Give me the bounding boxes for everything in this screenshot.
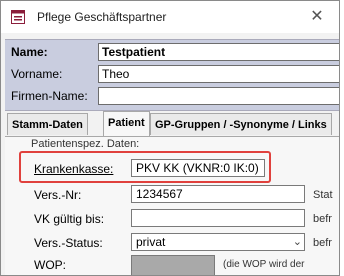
wop-note: (die WOP wird der [223, 259, 305, 270]
tab-stamm-daten[interactable]: Stamm-Daten [7, 113, 88, 135]
versnr-label: Vers.-Nr: [34, 188, 82, 202]
dialog-window: Pflege Geschäftspartner ✕ Name: Testpati… [0, 0, 340, 276]
vorname-field[interactable]: Theo [98, 65, 339, 83]
wop-field[interactable] [131, 255, 215, 275]
firmenname-label: Firmen-Name: [11, 89, 88, 103]
name-label: Name: [11, 45, 48, 59]
tab-strip: Stamm-Daten Patient GP-Gruppen / -Synony… [5, 111, 339, 137]
firmenname-field[interactable] [98, 87, 339, 105]
highlight-box [19, 151, 271, 183]
wop-label: WOP: [34, 258, 66, 272]
versstatus-select[interactable]: privat ⌄ [131, 233, 305, 251]
versnr-side-label: Stat [313, 189, 333, 201]
partner-header: Name: Testpatient Vorname: Theo Firmen-N… [5, 39, 339, 111]
vk-side-label: befr [313, 213, 332, 225]
tab-patient[interactable]: Patient [103, 111, 150, 137]
versnr-field[interactable]: 1234567 [131, 185, 305, 203]
chevron-down-icon[interactable]: ⌄ [293, 235, 302, 248]
versstatus-value: privat [136, 235, 166, 249]
vk-gueltig-label: VK gültig bis: [34, 212, 105, 226]
title-bar: Pflege Geschäftspartner ✕ [1, 1, 339, 33]
close-icon: ✕ [310, 8, 324, 25]
tab-gp-gruppen[interactable]: GP-Gruppen / -Synonyme / Links [150, 113, 332, 135]
versstatus-side-label: befr [313, 237, 332, 249]
name-field[interactable]: Testpatient [98, 43, 339, 61]
section-title: Patientenspez. Daten: [31, 138, 140, 150]
vorname-label: Vorname: [11, 67, 63, 81]
vk-gueltig-field[interactable] [131, 209, 305, 227]
close-button[interactable]: ✕ [307, 7, 327, 27]
window-title: Pflege Geschäftspartner [37, 10, 167, 24]
versstatus-label: Vers.-Status: [34, 236, 103, 250]
form-icon [11, 10, 25, 24]
